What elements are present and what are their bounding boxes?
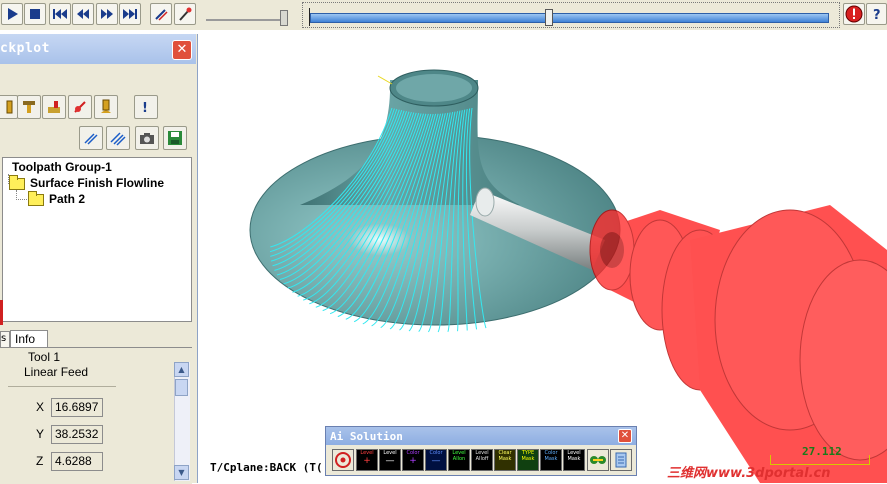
watermark: 三维网www.3dportal.cn [667,466,831,481]
level-allon-button[interactable]: Level Allon [448,449,470,471]
coord-y-value: 38.2532 [51,425,103,444]
color-minus-button[interactable]: Color — [425,449,447,471]
speed-slider-thumb[interactable] [280,10,288,26]
stop-icon[interactable] [24,3,46,25]
hatch-icon[interactable] [106,126,130,150]
info-tool: Tool 1 [28,350,61,364]
panel-title: ckplot [0,41,50,56]
clear-mask-button[interactable]: Clear Mask [494,449,516,471]
type-mask-bottom: Mask [521,456,535,462]
level-mask-button[interactable]: Level Mask [563,449,585,471]
ai-toolbar-close-button[interactable]: ✕ [618,429,632,443]
coord-x-value: 16.6897 [51,398,103,417]
help-icon[interactable]: ? [866,3,887,25]
save-icon[interactable] [163,126,187,150]
tab-partial[interactable]: s [0,331,10,347]
part-top-bore [396,74,472,102]
scroll-up-icon[interactable]: ▲ [174,362,189,377]
scroll-thumb[interactable] [175,379,188,396]
red-edge-marker [0,300,3,325]
ai-toolbar-title: Ai Solution [330,430,403,443]
level-alloff-button[interactable]: Level Alloff [471,449,493,471]
color-mask-button[interactable]: Color Mask [540,449,562,471]
shank-icon[interactable] [94,95,118,119]
tree-item-operation[interactable]: Surface Finish Flowline [30,176,164,190]
level-allon-bottom: Allon [452,456,466,462]
level-mask-bottom: Mask [567,456,581,462]
cplane-status: T/Cplane:BACK (T( [210,461,323,474]
clear-mask-bottom: Mask [498,456,512,462]
speed-slider-track[interactable] [206,19,288,21]
folder-icon [28,191,44,206]
question-icon[interactable]: ! [134,95,158,119]
folder-icon [9,175,25,190]
level-plus-button[interactable]: Level + [356,449,378,471]
tool-tip [475,187,495,217]
holder-icon[interactable] [17,95,41,119]
type-mask-button[interactable]: TYPE Mask [517,449,539,471]
target-icon[interactable] [332,449,354,471]
level-plus-bottom: + [363,456,371,466]
tree-item-path[interactable]: Path 2 [49,192,85,206]
level-alloff-bottom: Alloff [475,456,489,462]
info-feed: Linear Feed [24,365,89,379]
alert-icon[interactable] [843,3,865,25]
progress-thumb[interactable] [545,9,553,26]
play-icon[interactable] [1,3,23,25]
gear-link-icon[interactable] [587,449,609,471]
coord-z-value: 4.6288 [51,452,103,471]
diagonal-lines-icon[interactable] [79,126,103,150]
svg-text:!: ! [142,101,148,115]
coord-z-label: Z [36,454,44,468]
scroll-down-icon[interactable]: ▼ [174,465,189,480]
notebook-icon[interactable] [610,449,632,471]
stock-icon[interactable] [42,95,66,119]
coord-y-label: Y [36,427,45,441]
step-back-icon[interactable] [72,3,94,25]
stylus-icon[interactable] [150,3,172,25]
color-mask-bottom: Mask [544,456,558,462]
graphics-viewport[interactable] [198,30,887,483]
wand-icon[interactable] [174,3,196,25]
svg-text:?: ? [873,8,881,22]
skip-start-icon[interactable] [49,3,71,25]
tab-info[interactable]: Info [10,330,48,348]
collision-icon[interactable] [68,95,92,119]
simulation-progress-bar[interactable] [310,13,829,23]
level-minus-bottom: — [385,456,395,466]
tree-root[interactable]: Toolpath Group-1 [12,160,112,174]
skip-end-icon[interactable] [119,3,141,25]
color-plus-bottom: + [409,456,417,466]
panel-close-button[interactable]: ✕ [172,40,192,60]
coord-x-label: X [36,400,45,414]
progress-start-marker [309,8,310,26]
color-plus-button[interactable]: Color + [402,449,424,471]
level-minus-button[interactable]: Level — [379,449,401,471]
tool-icon[interactable] [0,95,18,119]
color-minus-bottom: — [431,456,441,466]
toolpath-start-marker [377,75,393,85]
step-forward-icon[interactable] [96,3,118,25]
camera-icon[interactable] [135,126,159,150]
info-divider [8,386,116,387]
